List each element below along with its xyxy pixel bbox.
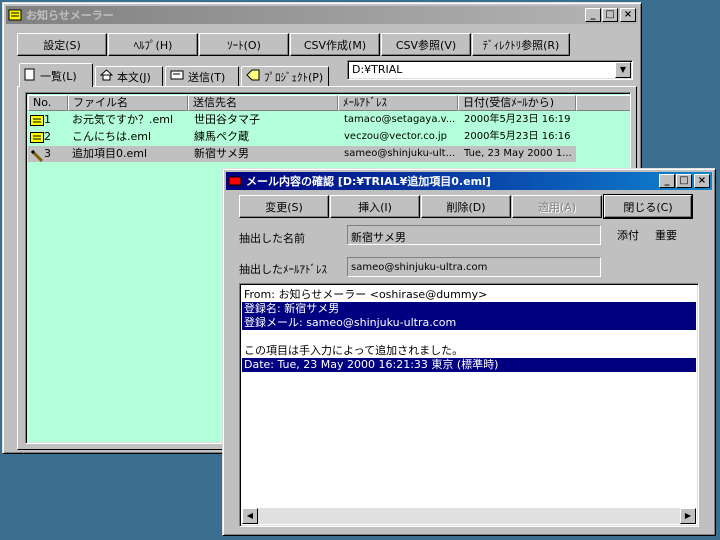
tab-body[interactable]: 本文(J): [95, 66, 163, 86]
column-header-no[interactable]: No.: [28, 95, 68, 111]
row-no-cell: 2: [30, 129, 68, 145]
dialog-title: メール内容の確認 [D:¥TRIAL¥追加項目0.eml]: [246, 175, 491, 188]
close-dialog-button[interactable]: 閉じる(C): [603, 194, 693, 219]
row-address: tamaco@setagaya.v...: [344, 114, 456, 125]
scroll-left-button[interactable]: ◀: [242, 508, 258, 524]
row-no: 3: [44, 147, 51, 160]
csv-create-button[interactable]: CSV作成(M): [290, 33, 380, 56]
extracted-address-value: sameo@shinjuku-ultra.com: [351, 262, 488, 273]
tag-icon: [246, 69, 260, 84]
table-row[interactable]: 2 こんにちは.eml 練馬ペク蔵 veczou@vector.co.jp 20…: [28, 129, 630, 145]
column-header-name[interactable]: 送信先名: [188, 95, 338, 111]
insert-button[interactable]: 挿入(I): [330, 195, 420, 218]
mail-icon: [30, 114, 44, 126]
body-line: [242, 330, 696, 344]
row-date: 2000年5月23日 16:16: [464, 131, 571, 142]
tab-send[interactable]: 送信(T): [165, 66, 239, 86]
row-file: こんにちは.eml: [72, 130, 152, 143]
name-label: 抽出した名前: [239, 232, 305, 245]
column-header-file[interactable]: ファイル名: [68, 95, 188, 111]
sort-button[interactable]: ｿｰﾄ(O): [199, 33, 289, 56]
close-button[interactable]: ×: [620, 8, 636, 22]
body-line: この項目は手入力によって追加されました。: [244, 344, 464, 357]
row-name: 練馬ペク蔵: [194, 130, 249, 143]
row-no-cell: 3: [30, 146, 68, 162]
row-no-cell: 1: [30, 112, 68, 128]
dialog-maximize-button[interactable]: □: [676, 174, 692, 188]
tab-project-label: ﾌﾟﾛｼﾞｪｸﾄ(P): [264, 70, 324, 84]
tab-send-label: 送信(T): [188, 70, 226, 84]
dialog-close-button[interactable]: ×: [694, 174, 710, 188]
body-line-selected: Date: Tue, 23 May 2000 16:21:33 東京 (標準時): [242, 358, 696, 372]
tab-list-label: 一覧(L): [40, 69, 77, 83]
tab-body-label: 本文(J): [117, 70, 151, 84]
home-icon: [99, 69, 114, 84]
important-label: 重要: [655, 229, 677, 242]
main-titlebar[interactable]: お知らせメーラー _ □ ×: [6, 6, 638, 24]
row-file: 追加項目0.eml: [72, 147, 148, 160]
row-address: sameo@shinjuku-ult...: [344, 148, 456, 159]
send-icon: [170, 70, 184, 83]
combo-dropdown-button[interactable]: ▼: [615, 62, 631, 78]
row-date: 2000年5月23日 16:19: [464, 114, 571, 125]
directory-path: D:¥TRIAL: [352, 63, 403, 76]
mail-body-view[interactable]: From: お知らせメーラー <oshirase@dummy> 登録名: 新宿サ…: [239, 283, 699, 527]
column-header-address[interactable]: ﾒｰﾙｱﾄﾞﾚｽ: [338, 95, 458, 111]
main-title: お知らせメーラー: [26, 9, 114, 22]
extracted-name-field[interactable]: 新宿サメ男: [347, 225, 601, 245]
row-name: 新宿サメ男: [194, 147, 249, 160]
horizontal-scrollbar[interactable]: ◀ ▶: [242, 508, 696, 524]
column-header-filler: [576, 95, 630, 111]
body-line: From: お知らせメーラー <oshirase@dummy>: [244, 288, 488, 301]
row-no: 2: [44, 130, 51, 143]
settings-button[interactable]: 設定(S): [17, 33, 107, 56]
row-date: Tue, 23 May 2000 1...: [464, 148, 572, 159]
dialog-app-icon: [228, 174, 242, 188]
row-no: 1: [44, 113, 51, 126]
extracted-name-value: 新宿サメ男: [351, 231, 406, 244]
row-address: veczou@vector.co.jp: [344, 131, 447, 142]
apply-button[interactable]: 適用(A): [512, 195, 602, 218]
maximize-button[interactable]: □: [602, 8, 618, 22]
document-icon: [24, 68, 36, 84]
csv-browse-button[interactable]: CSV参照(V): [381, 33, 471, 56]
mailer-app-icon: [8, 8, 22, 22]
dialog-minimize-button[interactable]: _: [659, 174, 675, 188]
row-name: 世田谷タマ子: [194, 113, 260, 126]
table-row-selected[interactable]: 3 追加項目0.eml 新宿サメ男 sameo@shinjuku-ult... …: [28, 146, 576, 162]
address-label: 抽出したﾒｰﾙｱﾄﾞﾚｽ: [239, 263, 327, 276]
attachment-label: 添付: [617, 229, 639, 242]
mail-confirm-dialog: メール内容の確認 [D:¥TRIAL¥追加項目0.eml] _ □ × 変更(S…: [222, 168, 716, 536]
directory-browse-button[interactable]: ﾃﾞｨﾚｸﾄﾘ参照(R): [472, 33, 570, 56]
mail-icon: [30, 131, 44, 143]
column-header-date[interactable]: 日付(受信ﾒｰﾙから): [458, 95, 576, 111]
body-line-selected: 登録メール: sameo@shinjuku-ultra.com: [242, 316, 696, 330]
pencil-icon: [30, 149, 44, 162]
tab-list[interactable]: 一覧(L): [19, 63, 93, 87]
extracted-address-field[interactable]: sameo@shinjuku-ultra.com: [347, 257, 601, 277]
table-row[interactable]: 1 お元気ですか？.eml 世田谷タマ子 tamaco@setagaya.v..…: [28, 112, 630, 128]
delete-button[interactable]: 削除(D): [421, 195, 511, 218]
minimize-button[interactable]: _: [585, 8, 601, 22]
directory-combo[interactable]: D:¥TRIAL ▼: [347, 60, 633, 80]
dialog-titlebar[interactable]: メール内容の確認 [D:¥TRIAL¥追加項目0.eml] _ □ ×: [226, 172, 712, 190]
change-button[interactable]: 変更(S): [239, 195, 329, 218]
help-button[interactable]: ﾍﾙﾌﾟ(H): [108, 33, 198, 56]
row-file: お元気ですか？.eml: [72, 113, 174, 126]
scroll-right-button[interactable]: ▶: [680, 508, 696, 524]
body-line-selected: 登録名: 新宿サメ男: [242, 302, 696, 316]
tab-project[interactable]: ﾌﾟﾛｼﾞｪｸﾄ(P): [241, 66, 329, 86]
